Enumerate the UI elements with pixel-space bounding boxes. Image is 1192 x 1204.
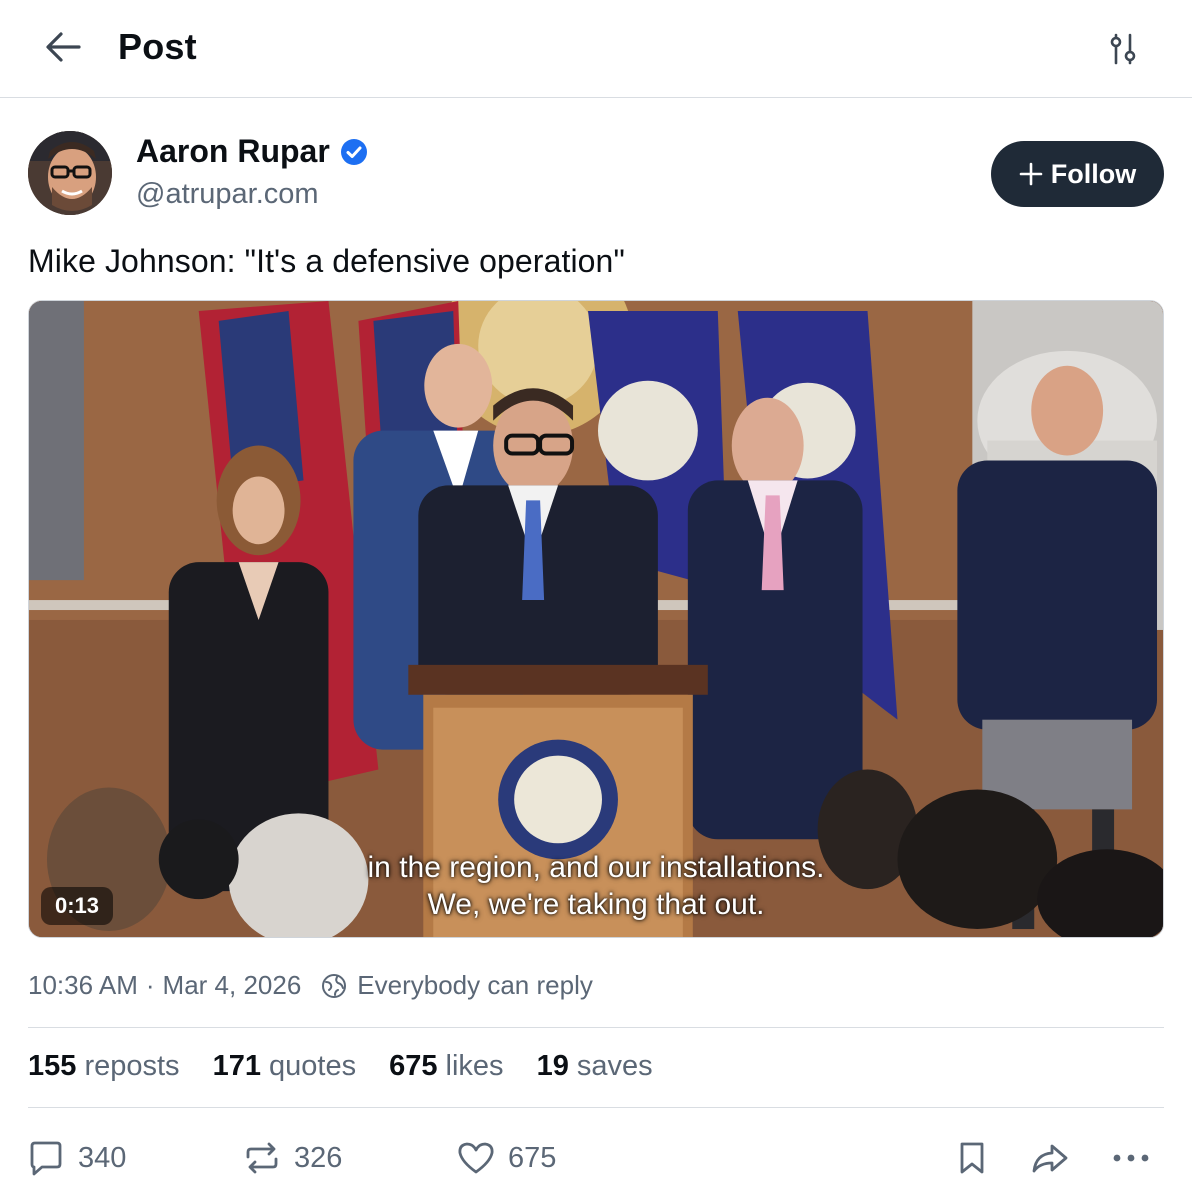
avatar[interactable] [28,131,112,215]
author-name-text: Aaron Rupar [136,133,330,169]
share-button[interactable] [1028,1130,1072,1186]
follow-button[interactable]: Follow [991,141,1164,207]
repost-button[interactable]: 326 [242,1130,342,1186]
reply-count: 340 [78,1141,127,1174]
repost-count: 326 [294,1141,343,1174]
more-dots-icon [1113,1154,1149,1162]
stat-label: quotes [269,1050,357,1082]
stat-quotes[interactable]: 171 quotes [213,1050,357,1083]
page-title: Post [118,26,197,67]
reply-button[interactable]: 340 [26,1130,126,1186]
meta-separator: · [145,970,155,1000]
stat-likes[interactable]: 675 likes [389,1050,503,1083]
follow-label: Follow [1050,158,1137,189]
caption-line: in the region, and our installations. [367,851,825,884]
caption-line: We, we're taking that out. [427,888,765,921]
sliders-icon [1110,33,1136,65]
globe-icon [322,973,347,998]
author-name[interactable]: Aaron Rupar [136,133,368,170]
more-button[interactable] [1110,1130,1152,1186]
bookmark-icon [960,1142,984,1174]
plus-icon [1019,162,1043,186]
stat-label: likes [445,1050,504,1082]
author-handle[interactable]: @atrupar.com [136,178,319,211]
post-time: 10:36 AM [28,970,138,1000]
post-actions: 340 326 675 [0,1130,1192,1186]
reply-setting[interactable]: Everybody can reply [321,970,593,1001]
video-frame [29,301,1163,937]
stat-label: reposts [84,1050,180,1082]
stat-count: 171 [212,1050,261,1082]
post-text: Mike Johnson: "It's a defensive operatio… [28,243,625,279]
bookmark-button[interactable] [952,1130,992,1186]
arrow-left-icon [46,32,81,62]
post-meta: 10:36 AM · Mar 4, 2026 Everybody can rep… [28,970,593,1001]
stat-saves[interactable]: 19 saves [537,1050,653,1083]
video-duration-badge: 0:13 [41,887,114,925]
stat-count: 675 [389,1050,438,1082]
heart-icon [458,1142,494,1174]
share-arrow-icon [1032,1144,1068,1173]
like-button[interactable]: 675 [456,1130,556,1186]
filter-button[interactable] [1100,26,1146,72]
stat-reposts[interactable]: 155 reposts [28,1050,180,1083]
like-count: 675 [508,1141,557,1174]
comment-icon [30,1141,62,1176]
back-button[interactable] [38,22,88,72]
repost-icon [246,1142,278,1174]
divider [28,1027,1164,1028]
video-player[interactable]: in the region, and our installations. We… [28,300,1164,938]
post-stats: 155 reposts 171 quotes 675 likes 19 save… [28,1050,653,1083]
stat-label: saves [576,1050,653,1082]
video-captions: in the region, and our installations. We… [29,849,1163,923]
verified-badge-icon [340,138,368,166]
post-date: Mar 4, 2026 [162,970,302,1000]
divider [28,1107,1164,1108]
stat-count: 19 [536,1050,569,1082]
reply-setting-label: Everybody can reply [357,970,593,1000]
top-bar: Post [0,0,1192,98]
stat-count: 155 [28,1050,77,1082]
